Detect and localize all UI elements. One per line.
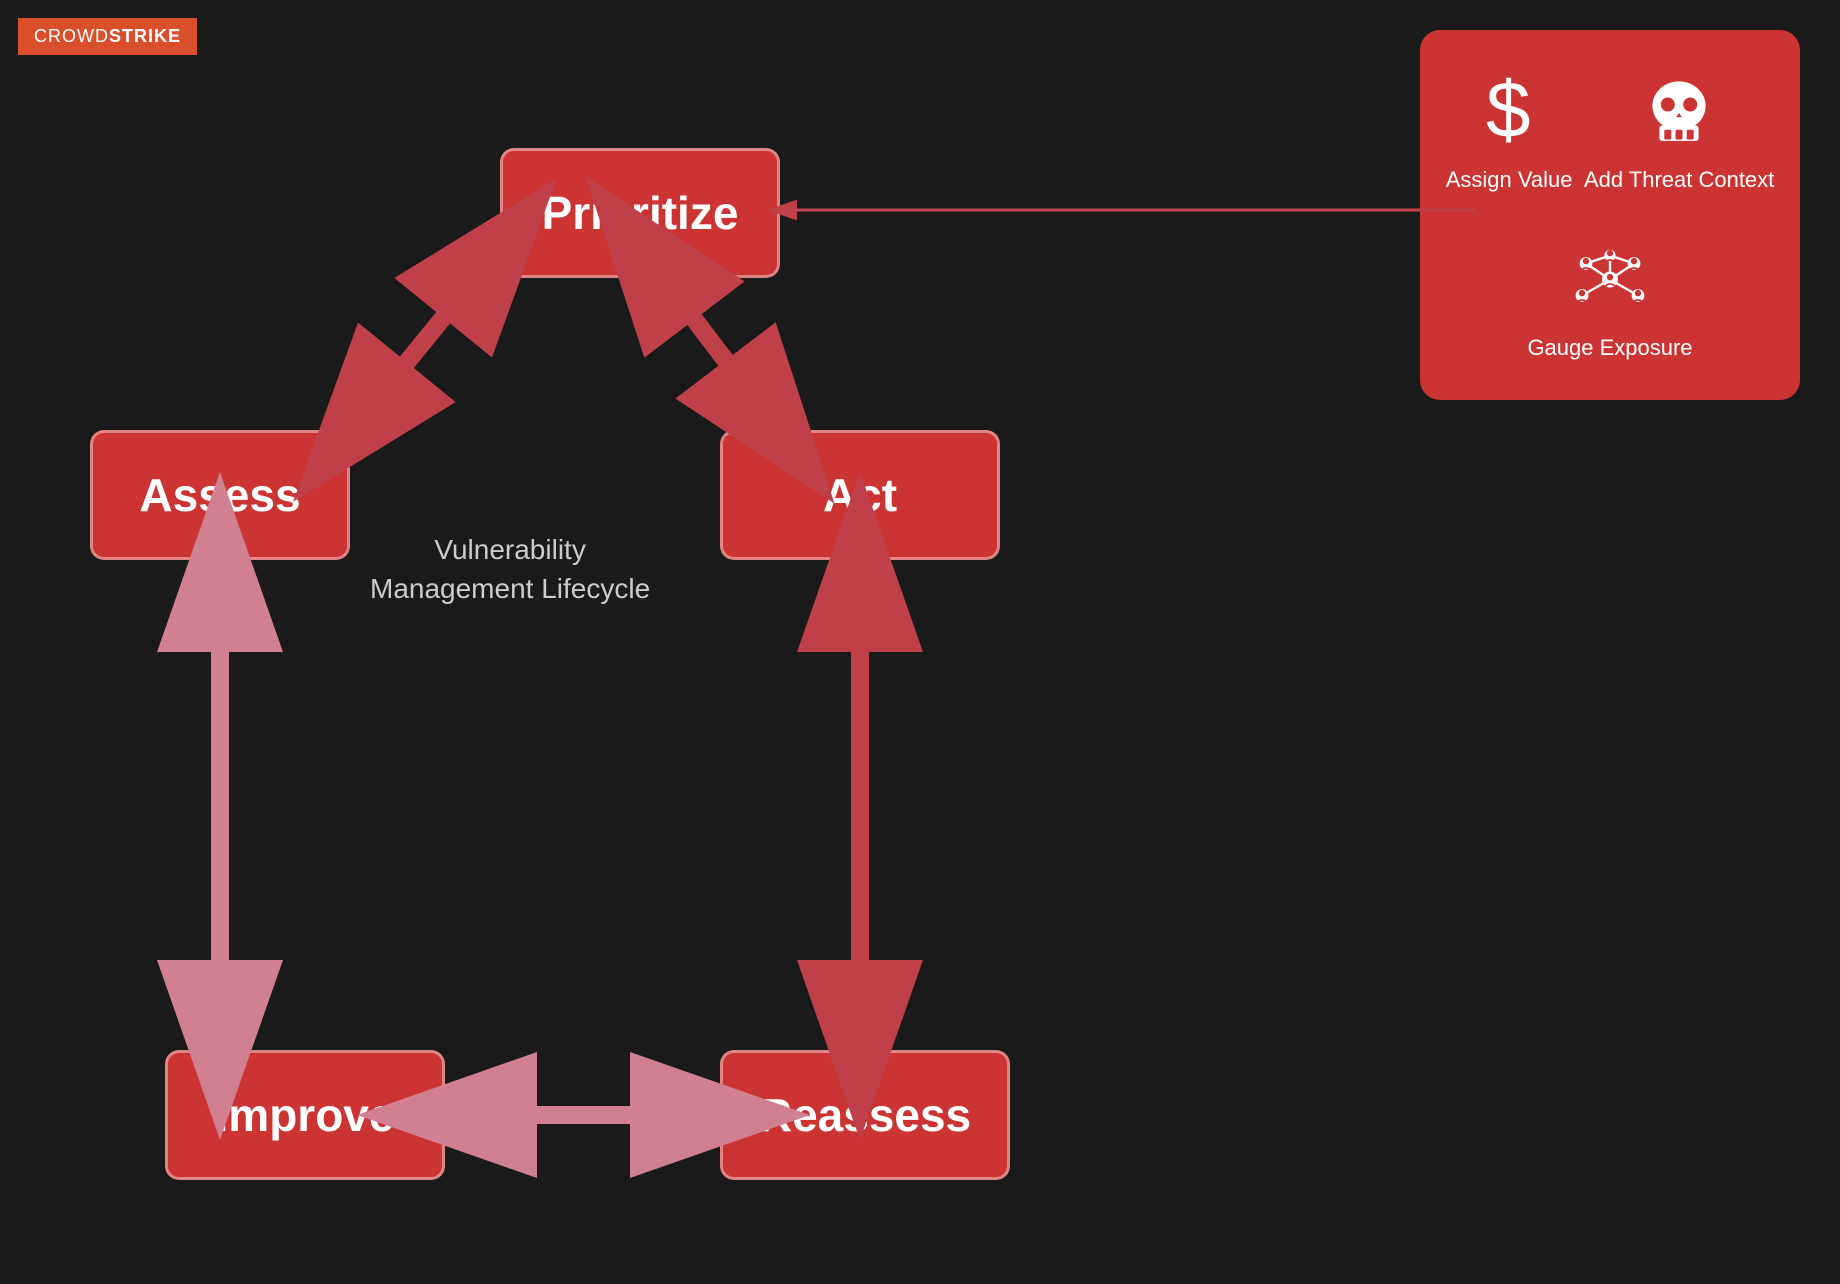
gauge-exposure-item: Gauge Exposure — [1527, 242, 1692, 361]
assign-value-item: $ Assign Value — [1446, 69, 1573, 193]
add-threat-context-label: Add Threat Context — [1584, 167, 1774, 193]
prioritize-box: Prioritize — [500, 148, 780, 278]
lifecycle-label: Vulnerability Management Lifecycle — [370, 530, 650, 608]
add-threat-context-item: Add Threat Context — [1584, 74, 1774, 193]
context-panel: $ Assign Value — [1420, 30, 1800, 400]
context-top-row: $ Assign Value — [1440, 69, 1780, 193]
gauge-exposure-label: Gauge Exposure — [1527, 335, 1692, 361]
network-icon — [1570, 242, 1650, 327]
assign-value-label: Assign Value — [1446, 167, 1573, 193]
act-box: Act — [720, 430, 1000, 560]
crowdstrike-logo: CROWDSTRIKE — [18, 18, 197, 55]
prioritize-assess-arrow — [350, 248, 500, 432]
assess-box: Assess — [90, 430, 350, 560]
skull-icon — [1644, 74, 1714, 159]
reassess-box: Reassess — [720, 1050, 1010, 1180]
svg-text:$: $ — [1486, 69, 1531, 149]
improve-box: Improve — [165, 1050, 445, 1180]
dollar-icon: $ — [1474, 69, 1544, 159]
